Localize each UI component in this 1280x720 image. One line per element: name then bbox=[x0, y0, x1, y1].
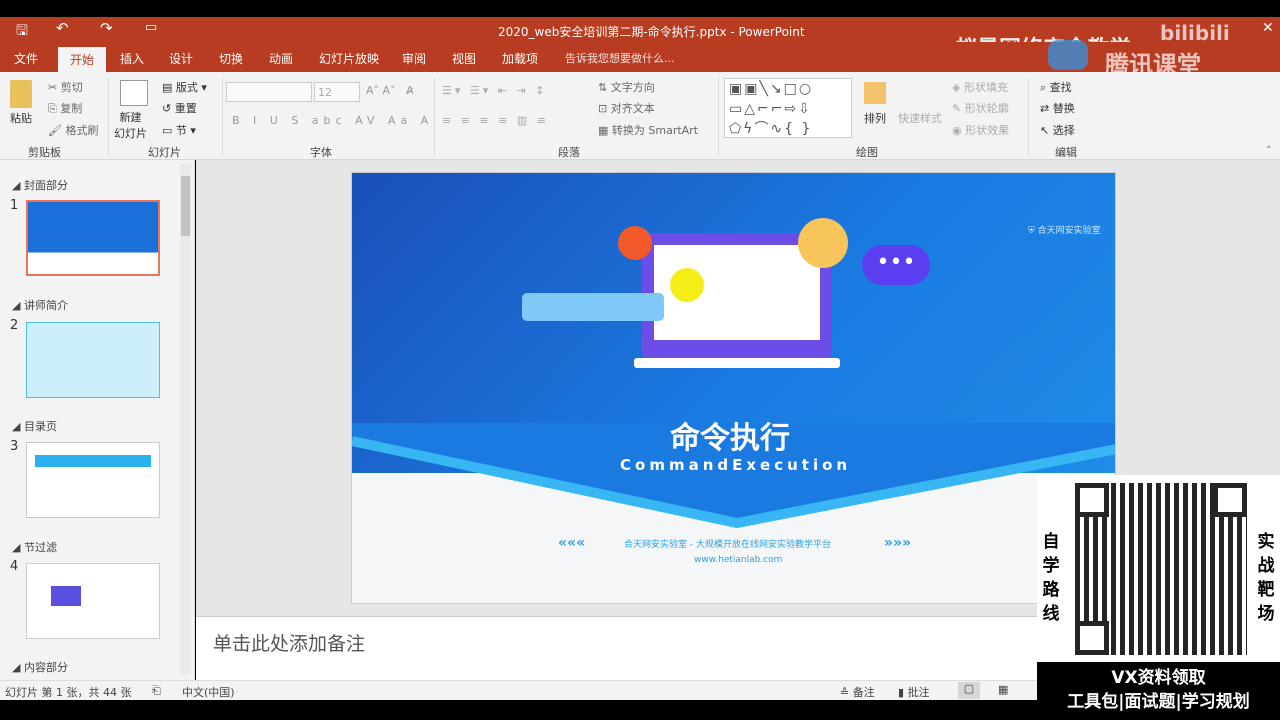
slide-number: 2 bbox=[10, 318, 19, 333]
slide-url: www.hetianlab.com bbox=[694, 555, 783, 565]
clipboard-group-label: 剪贴板 bbox=[28, 146, 61, 159]
new-slide-button[interactable]: 新建 幻灯片 bbox=[114, 109, 147, 141]
qr-code bbox=[1075, 483, 1247, 655]
font-size-input[interactable]: 12 bbox=[314, 82, 360, 102]
message-bar bbox=[522, 293, 664, 321]
normal-view-icon[interactable]: ▢ bbox=[958, 682, 980, 699]
replace-button[interactable]: ⇄ 替换 bbox=[1040, 100, 1075, 116]
cut-button[interactable]: ✂ 剪切 bbox=[48, 79, 83, 95]
slide-subtitle: CommandExecution bbox=[620, 456, 852, 474]
overlay-line-1: VX资料领取 bbox=[1111, 668, 1206, 688]
tab-animations[interactable]: 动画 bbox=[269, 50, 293, 67]
tab-review[interactable]: 审阅 bbox=[402, 50, 426, 67]
right-arrows-icon: »»» bbox=[884, 535, 912, 551]
overlay-right-text: 实战靶场 bbox=[1257, 532, 1275, 624]
section-button[interactable]: ▭ 节 ▾ bbox=[162, 122, 196, 138]
smartart-button[interactable]: ▦ 转换为 SmartArt bbox=[598, 122, 698, 138]
overlay-footer: VX资料领取 工具包|面试题|学习规划 bbox=[1037, 662, 1280, 720]
new-slide-icon bbox=[120, 80, 148, 106]
slide-title: 命令执行 bbox=[670, 421, 790, 456]
reset-button[interactable]: ↺ 重置 bbox=[162, 100, 197, 116]
tab-view[interactable]: 视图 bbox=[452, 50, 476, 67]
align-buttons[interactable]: ≡ ≡ ≡ ≡ ▥ ≡ bbox=[442, 114, 549, 127]
paste-icon bbox=[10, 80, 32, 108]
font-size-buttons[interactable]: A˄ A˅ A̷ bbox=[366, 84, 414, 97]
chat-bubble-icon: ••• bbox=[862, 245, 930, 285]
slide-sorter-icon[interactable]: ▦ bbox=[998, 683, 1008, 696]
slide-thumbnail-3[interactable] bbox=[26, 442, 160, 518]
language-indicator[interactable]: 中文(中国) bbox=[182, 684, 235, 700]
paragraph-group-label: 段落 bbox=[558, 146, 580, 159]
slideshow-icon[interactable]: ▭ bbox=[145, 20, 157, 35]
redo-icon[interactable]: ↷ bbox=[100, 19, 113, 37]
undo-icon[interactable]: ↶ bbox=[56, 19, 69, 37]
slides-group-label: 幻灯片 bbox=[148, 146, 181, 159]
section-filter[interactable]: ◢ 节过滤 bbox=[12, 539, 57, 555]
copy-button[interactable]: ⎘ 复制 bbox=[48, 100, 82, 116]
window-title: 2020_web安全培训第二期-命令执行.pptx - PowerPoint bbox=[498, 25, 805, 39]
section-content[interactable]: ◢ 内容部分 bbox=[12, 659, 68, 675]
slide-thumbnail-2[interactable] bbox=[26, 322, 160, 398]
slide-logo: ⛨ 合天网安实验室 bbox=[1028, 226, 1101, 236]
tab-design[interactable]: 设计 bbox=[169, 50, 193, 67]
tab-file[interactable]: 文件 bbox=[14, 50, 38, 67]
find-button[interactable]: ⌕ 查找 bbox=[1040, 79, 1072, 95]
shape-outline-button[interactable]: ✎ 形状轮廓 bbox=[952, 100, 1009, 116]
font-group-label: 字体 bbox=[310, 146, 332, 159]
font-name-input[interactable] bbox=[226, 82, 312, 102]
drawing-group-label: 绘图 bbox=[856, 146, 878, 159]
slide-number: 3 bbox=[10, 439, 19, 454]
align-text-button[interactable]: ⊡ 对齐文本 bbox=[598, 100, 655, 116]
font-format-buttons[interactable]: B I U S abc AV Aa A bbox=[232, 114, 433, 127]
arrange-icon bbox=[864, 82, 886, 104]
slide-canvas[interactable]: ••• ⛨ 合天网安实验室 命令执行 CommandExecution ««« … bbox=[351, 172, 1116, 604]
thumbnail-scrollbar[interactable] bbox=[180, 164, 191, 674]
layout-button[interactable]: ▤ 版式 ▾ bbox=[162, 79, 207, 95]
slide-counter: 幻灯片 第 1 张，共 44 张 bbox=[5, 686, 132, 699]
section-cover[interactable]: ◢ 封面部分 bbox=[12, 177, 68, 193]
ribbon: 粘贴 ✂ 剪切 ⎘ 复制 🖌 格式刷 剪贴板 新建 幻灯片 ▤ 版式 ▾ ↺ 重… bbox=[0, 72, 1280, 160]
shape-fill-button[interactable]: ◈ 形状填充 bbox=[952, 79, 1008, 95]
ribbon-tabs: 文件 开始 插入 设计 切换 动画 幻灯片放映 审阅 视图 加载项 告诉我您想要… bbox=[0, 40, 1280, 79]
paste-button[interactable]: 粘贴 bbox=[10, 110, 32, 126]
slide-thumbnails-panel: ◢ 封面部分 1 ◢ 讲师简介 2 ◢ 目录页 3 ◢ 节过滤 4 ◢ 内容部分 bbox=[0, 160, 195, 680]
tab-home[interactable]: 开始 bbox=[58, 47, 107, 72]
text-direction-button[interactable]: ⇅ 文字方向 bbox=[598, 79, 655, 95]
notes-placeholder[interactable]: 单击此处添加备注 bbox=[213, 629, 365, 656]
close-icon[interactable]: ✕ bbox=[1262, 20, 1274, 36]
slide-number: 1 bbox=[10, 198, 19, 213]
shapes-gallery[interactable]: ▣▣╲↘□○ ▭△⌐⌐⇨⇩ ⬠ϟ⌒∿{ } bbox=[724, 78, 852, 138]
select-button[interactable]: ↖ 选择 bbox=[1040, 122, 1075, 138]
comments-toggle-button[interactable]: ▮ 批注 bbox=[898, 684, 930, 700]
tab-addins[interactable]: 加载项 bbox=[502, 50, 538, 67]
collapse-ribbon-icon[interactable]: ˄ bbox=[1266, 144, 1272, 157]
format-painter-button[interactable]: 🖌 格式刷 bbox=[48, 122, 98, 138]
left-arrows-icon: ««« bbox=[558, 535, 586, 551]
editing-group-label: 编辑 bbox=[1055, 146, 1077, 159]
save-icon[interactable]: 🖫 bbox=[16, 20, 28, 44]
slide-tagline: 合天网安实验室 - 大规模开放在线网安实验教学平台 bbox=[624, 540, 831, 550]
quick-styles-button[interactable]: 快速样式 bbox=[898, 110, 942, 126]
slide-thumbnail-1[interactable] bbox=[26, 200, 160, 276]
arrange-button[interactable]: 排列 bbox=[864, 110, 886, 126]
slide-number: 4 bbox=[10, 559, 19, 574]
slide-thumbnail-4[interactable] bbox=[26, 563, 160, 639]
list-buttons[interactable]: ☰▾ ☰▾ ⇤ ⇥ ↕ bbox=[442, 84, 547, 97]
overlay-left-text: 自学路线 bbox=[1042, 532, 1060, 624]
tab-slideshow[interactable]: 幻灯片放映 bbox=[319, 50, 379, 67]
section-toc[interactable]: ◢ 目录页 bbox=[12, 418, 57, 434]
tencent-logo-icon bbox=[1048, 40, 1088, 70]
tell-me-input[interactable]: 告诉我您想要做什么... bbox=[565, 50, 675, 66]
spellcheck-icon[interactable]: ⎗ bbox=[152, 684, 161, 698]
overlay-line-2: 工具包|面试题|学习规划 bbox=[1067, 692, 1250, 712]
notes-toggle-button[interactable]: ≙ 备注 bbox=[840, 684, 875, 700]
tab-transitions[interactable]: 切换 bbox=[219, 50, 243, 67]
section-instructor[interactable]: ◢ 讲师简介 bbox=[12, 297, 68, 313]
shape-effects-button[interactable]: ◉ 形状效果 bbox=[952, 122, 1009, 138]
tab-insert[interactable]: 插入 bbox=[120, 50, 144, 67]
title-bar: 🖫 ↶ ↷ ▭ 2020_web安全培训第二期-命令执行.pptx - Powe… bbox=[0, 17, 1280, 62]
